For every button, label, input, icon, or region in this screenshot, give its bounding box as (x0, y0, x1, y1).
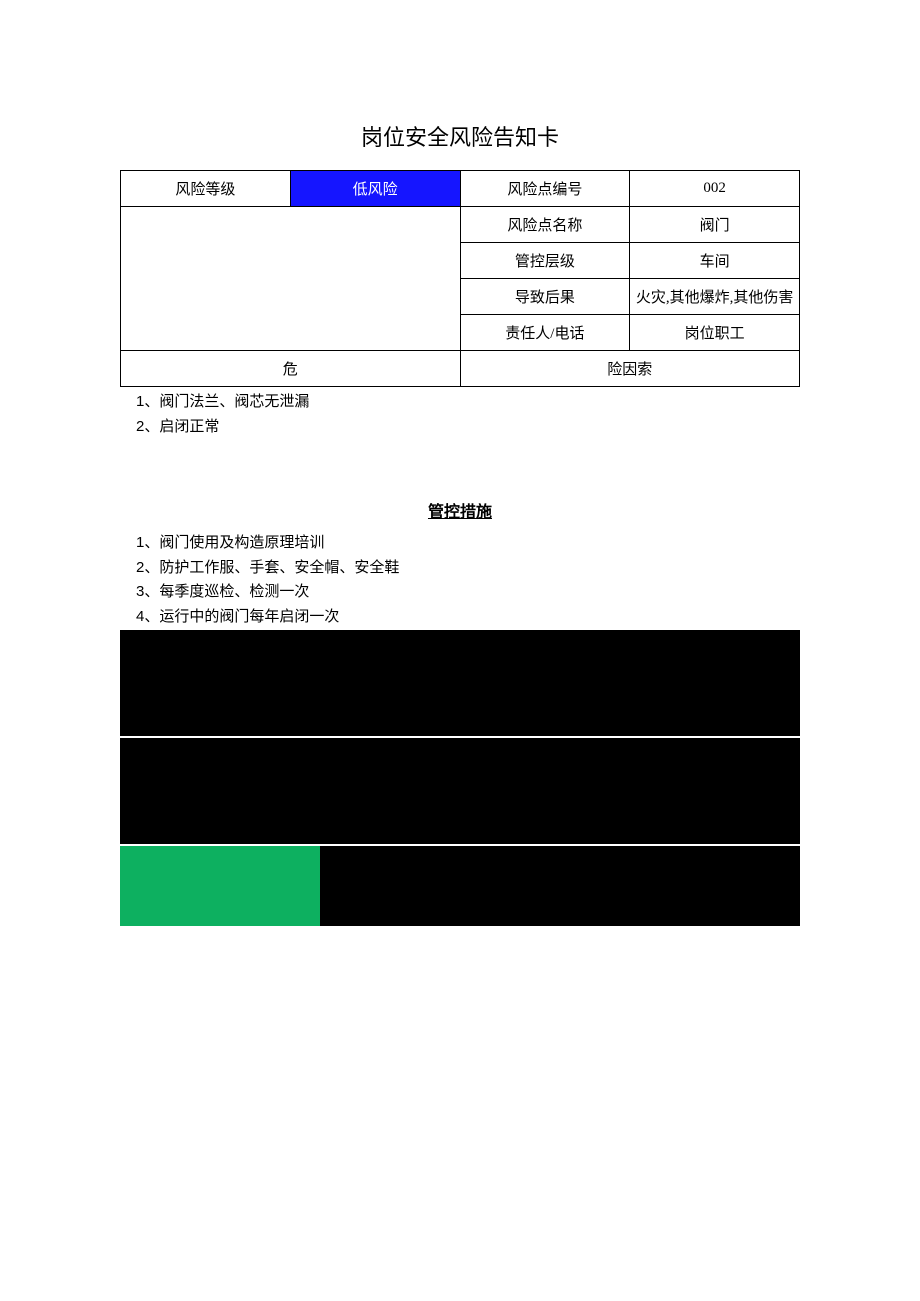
value-consequence: 火灾,其他爆炸,其他伤害 (630, 279, 800, 315)
value-control-level: 车间 (630, 243, 800, 279)
hazard-header-left: 危 (121, 351, 461, 387)
hazard-header-right: 险因索 (460, 351, 800, 387)
label-responsible: 责任人/电话 (460, 315, 630, 351)
list-item: 2、防护工作服、手套、安全帽、安全鞋 (136, 557, 800, 580)
black-block (320, 846, 800, 926)
list-item: 2、启闭正常 (136, 416, 800, 439)
page-title: 岗位安全风险告知卡 (120, 120, 800, 152)
label-risk-grade: 风险等级 (121, 171, 291, 207)
graphic-blocks (120, 630, 800, 926)
value-risk-point-no: 002 (630, 171, 800, 207)
info-table: 风险等级 低风险 风险点编号 002 风险点名称 阀门 管控层级 车间 导致后果… (120, 170, 800, 387)
value-risk-point-name: 阀门 (630, 207, 800, 243)
label-consequence: 导致后果 (460, 279, 630, 315)
list-item: 1、阀门法兰、阀芯无泄漏 (136, 391, 800, 414)
black-block (120, 738, 800, 844)
measures-list: 1、阀门使用及构造原理培训 2、防护工作服、手套、安全帽、安全鞋 3、每季度巡检… (120, 532, 800, 628)
label-control-level: 管控层级 (460, 243, 630, 279)
green-block (120, 846, 320, 926)
blank-photo-area (121, 207, 461, 351)
list-item: 3、每季度巡检、检测一次 (136, 581, 800, 604)
value-responsible: 岗位职工 (630, 315, 800, 351)
list-item: 4、运行中的阀门每年启闭一次 (136, 606, 800, 629)
list-item: 1、阀门使用及构造原理培训 (136, 532, 800, 555)
label-risk-point-name: 风险点名称 (460, 207, 630, 243)
value-risk-level: 低风险 (290, 171, 460, 207)
black-block (120, 630, 800, 736)
measures-title: 管控措施 (120, 498, 800, 522)
hazard-list: 1、阀门法兰、阀芯无泄漏 2、启闭正常 (120, 391, 800, 438)
label-risk-point-no: 风险点编号 (460, 171, 630, 207)
